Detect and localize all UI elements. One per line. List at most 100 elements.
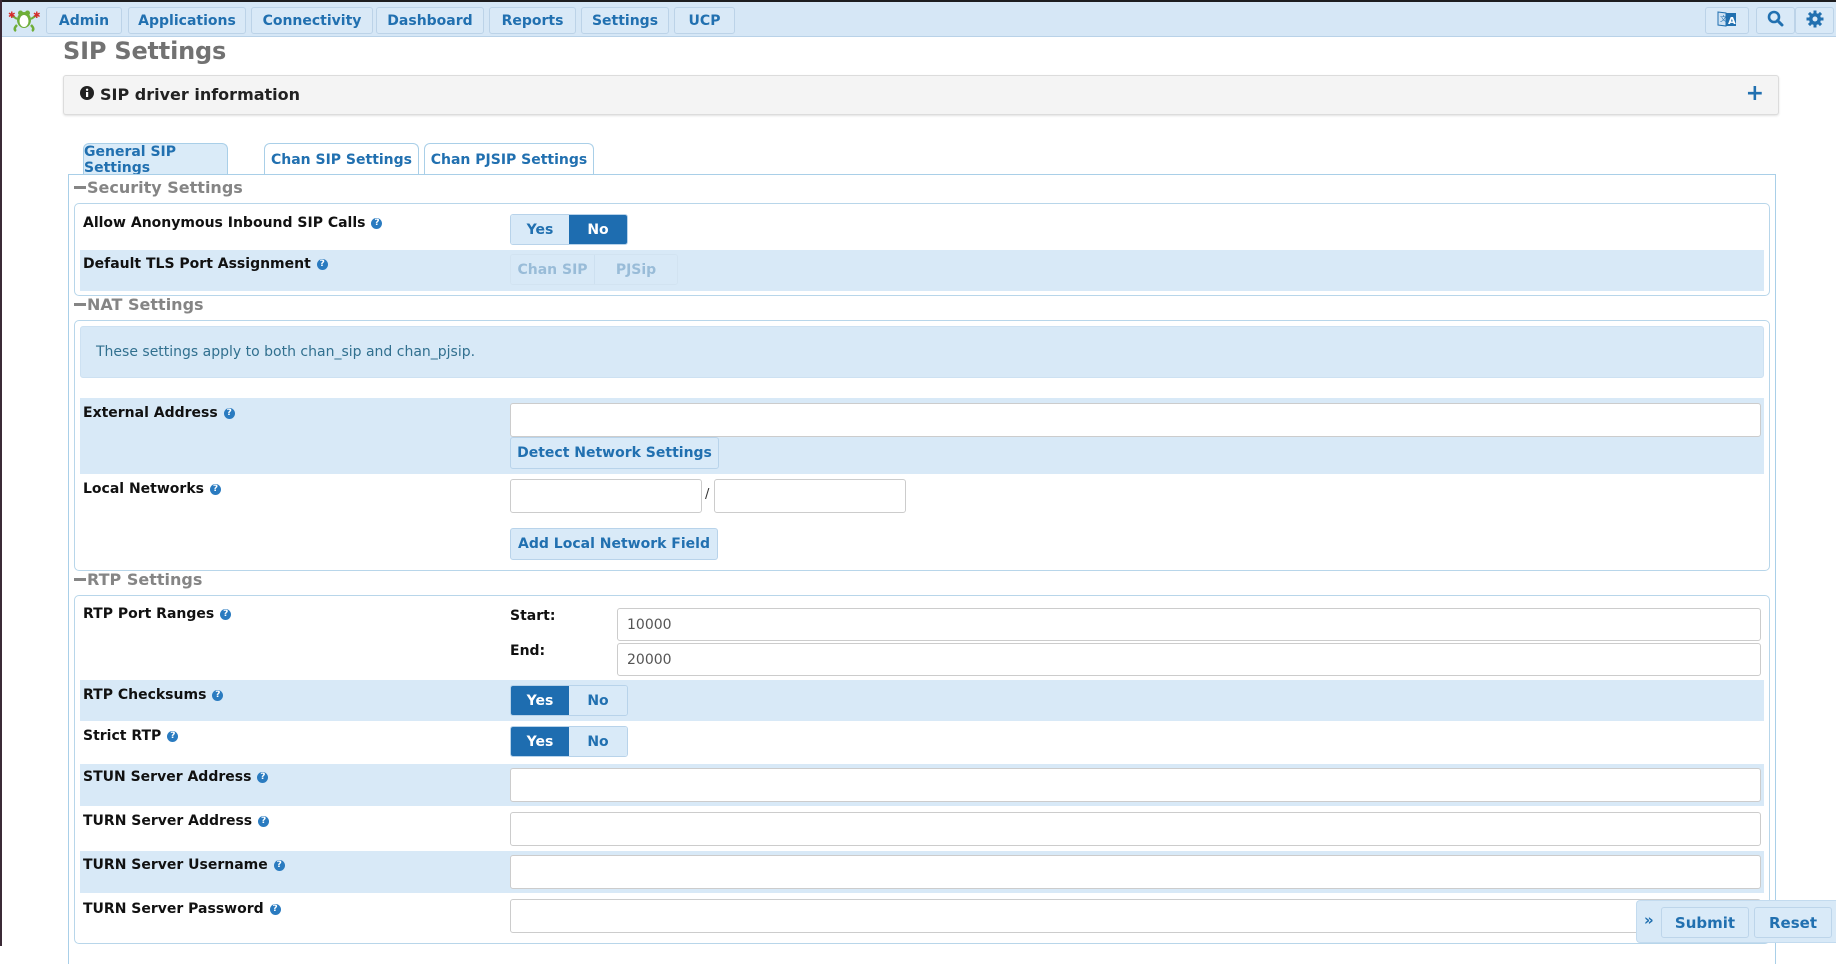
turn-server-username-input[interactable] — [510, 855, 1761, 889]
rtp-checksums-yes[interactable]: Yes — [511, 686, 569, 715]
tls-port-row — [80, 250, 1764, 291]
strict-rtp-toggle: Yes No — [510, 726, 628, 757]
nav-admin[interactable]: Admin — [46, 7, 122, 34]
tls-port-toggle: Chan SIP PJSip — [510, 254, 678, 285]
turn-server-password-label-text: TURN Server Password — [83, 901, 264, 917]
local-network-address-input[interactable] — [510, 479, 702, 513]
local-networks-label: Local Networks ? — [83, 481, 221, 497]
help-icon[interactable]: ? — [223, 407, 235, 419]
page-title: SIP Settings — [63, 37, 227, 65]
rtp-checksums-no[interactable]: No — [569, 686, 627, 715]
turn-server-password-input[interactable] — [510, 899, 1761, 933]
tab-general-sip-settings[interactable]: General SIP Settings — [83, 143, 228, 176]
submit-button[interactable]: Submit — [1661, 907, 1749, 938]
rtp-end-label: End: — [510, 643, 546, 659]
nav-applications[interactable]: Applications — [128, 7, 246, 34]
allow-anonymous-label: Allow Anonymous Inbound SIP Calls ? — [83, 215, 383, 231]
security-settings-legend[interactable]: Security Settings — [74, 178, 243, 197]
help-icon[interactable]: ? — [209, 483, 221, 495]
nat-settings-legend[interactable]: NAT Settings — [74, 295, 204, 314]
gear-icon — [1806, 10, 1824, 32]
help-icon[interactable]: ? — [273, 859, 285, 871]
rtp-settings-legend[interactable]: RTP Settings — [74, 570, 202, 589]
settings-button[interactable] — [1795, 7, 1834, 34]
rtp-checksums-label: RTP Checksums ? — [83, 687, 224, 703]
local-networks-label-text: Local Networks — [83, 481, 204, 497]
turn-server-address-label: TURN Server Address ? — [83, 813, 270, 829]
help-icon[interactable]: ? — [269, 903, 281, 915]
local-network-mask-input[interactable] — [714, 479, 906, 513]
floating-action-bar: » Submit Reset — [1636, 900, 1836, 943]
collapse-dash-icon — [74, 186, 86, 189]
tls-port-label: Default TLS Port Assignment ? — [83, 256, 328, 272]
help-icon[interactable]: ? — [220, 608, 232, 620]
nat-settings-title: NAT Settings — [87, 295, 204, 314]
turn-server-password-label: TURN Server Password ? — [83, 901, 281, 917]
external-address-input[interactable] — [510, 403, 1761, 437]
add-local-network-field-button[interactable]: Add Local Network Field — [510, 528, 718, 560]
translate-icon: A 文 — [1717, 10, 1737, 32]
frog-logo-icon[interactable]: ✱ ✱ — [7, 7, 41, 33]
stun-server-address-label-text: STUN Server Address — [83, 769, 252, 785]
tab-chan-pjsip-settings[interactable]: Chan PJSIP Settings — [424, 143, 594, 175]
tls-port-chan-sip[interactable]: Chan SIP — [511, 255, 594, 284]
rtp-port-ranges-label-text: RTP Port Ranges — [83, 606, 215, 622]
tls-port-label-text: Default TLS Port Assignment — [83, 256, 311, 272]
network-separator: / — [705, 487, 710, 502]
svg-text:✱: ✱ — [8, 11, 16, 21]
nav-ucp[interactable]: UCP — [674, 7, 735, 34]
collapse-dash-icon — [74, 303, 86, 306]
turn-server-address-label-text: TURN Server Address — [83, 813, 253, 829]
svg-text:A: A — [1728, 16, 1736, 27]
allow-anonymous-yes[interactable]: Yes — [511, 215, 569, 244]
svg-text:文: 文 — [1720, 14, 1727, 23]
external-address-label-text: External Address — [83, 405, 218, 421]
nav-reports[interactable]: Reports — [489, 7, 576, 34]
allow-anonymous-toggle: Yes No — [510, 214, 628, 245]
sip-driver-info-panel[interactable]: SIP driver information + — [63, 75, 1779, 115]
search-icon — [1767, 10, 1784, 31]
strict-rtp-no[interactable]: No — [569, 727, 627, 756]
rtp-start-input[interactable] — [617, 608, 1761, 641]
top-navbar: ✱ ✱ Admin Applications Connectivity Dash… — [2, 2, 1836, 37]
allow-anonymous-label-text: Allow Anonymous Inbound SIP Calls — [83, 215, 366, 231]
rtp-checksums-row — [80, 680, 1764, 721]
nav-connectivity[interactable]: Connectivity — [251, 7, 373, 34]
strict-rtp-label: Strict RTP ? — [83, 728, 179, 744]
expand-plus-icon[interactable]: + — [1746, 82, 1764, 106]
nav-dashboard[interactable]: Dashboard — [376, 7, 484, 34]
nat-info-well: These settings apply to both chan_sip an… — [80, 326, 1764, 378]
rtp-checksums-label-text: RTP Checksums — [83, 687, 207, 703]
window-left-edge — [0, 0, 2, 946]
turn-server-username-label-text: TURN Server Username — [83, 857, 268, 873]
help-icon[interactable]: ? — [316, 258, 328, 270]
translate-button[interactable]: A 文 — [1705, 7, 1749, 34]
external-address-label: External Address ? — [83, 405, 235, 421]
info-icon — [80, 85, 94, 104]
help-icon[interactable]: ? — [212, 689, 224, 701]
rtp-port-ranges-label: RTP Port Ranges ? — [83, 606, 232, 622]
strict-rtp-yes[interactable]: Yes — [511, 727, 569, 756]
help-icon[interactable]: ? — [167, 730, 179, 742]
nav-settings[interactable]: Settings — [581, 7, 669, 34]
collapse-dash-icon — [74, 578, 86, 581]
reset-button[interactable]: Reset — [1754, 907, 1832, 938]
turn-server-username-label: TURN Server Username ? — [83, 857, 285, 873]
stun-server-address-label: STUN Server Address ? — [83, 769, 269, 785]
search-button[interactable] — [1756, 7, 1795, 34]
detect-network-settings-button[interactable]: Detect Network Settings — [510, 437, 719, 469]
svg-text:✱: ✱ — [33, 11, 41, 21]
help-icon[interactable]: ? — [257, 771, 269, 783]
rtp-start-label: Start: — [510, 608, 556, 624]
help-icon[interactable]: ? — [258, 815, 270, 827]
tab-chan-sip-settings[interactable]: Chan SIP Settings — [264, 143, 419, 175]
collapse-action-bar-icon[interactable]: » — [1644, 911, 1654, 929]
info-panel-title: SIP driver information — [100, 85, 301, 104]
strict-rtp-label-text: Strict RTP — [83, 728, 162, 744]
allow-anonymous-no[interactable]: No — [569, 215, 627, 244]
stun-server-address-input[interactable] — [510, 768, 1761, 802]
tls-port-pjsip[interactable]: PJSip — [594, 255, 677, 284]
turn-server-address-input[interactable] — [510, 812, 1761, 846]
help-icon[interactable]: ? — [371, 217, 383, 229]
rtp-end-input[interactable] — [617, 643, 1761, 676]
